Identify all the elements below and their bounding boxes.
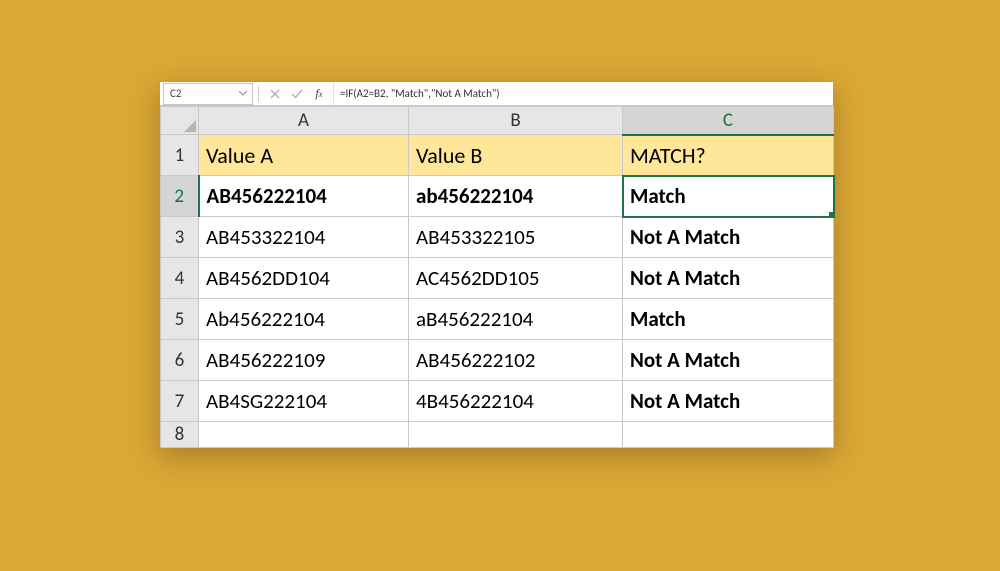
select-all-corner[interactable]	[161, 107, 199, 135]
cell-C7[interactable]: Not A Match	[623, 381, 834, 422]
cell-B5[interactable]: aB456222104	[409, 299, 623, 340]
cell-C5[interactable]: Match	[623, 299, 834, 340]
cell-C3[interactable]: Not A Match	[623, 217, 834, 258]
separator	[258, 86, 259, 102]
col-header-c[interactable]: C	[623, 107, 834, 135]
formula-text: =IF(A2=B2, "Match","Not A Match")	[340, 87, 500, 100]
row-header-4[interactable]: 4	[161, 258, 199, 299]
cell-A3[interactable]: AB453322104	[199, 217, 409, 258]
row-header-8[interactable]: 8	[161, 422, 199, 448]
cell-B4[interactable]: AC4562DD105	[409, 258, 623, 299]
cell-C1[interactable]: MATCH?	[623, 135, 834, 176]
cell-A5[interactable]: Ab456222104	[199, 299, 409, 340]
cell-A7[interactable]: AB4SG222104	[199, 381, 409, 422]
cell-B2[interactable]: ab456222104	[409, 176, 623, 217]
cell-B3[interactable]: AB453322105	[409, 217, 623, 258]
name-box[interactable]: C2	[163, 83, 253, 105]
cell-B8[interactable]	[409, 422, 623, 448]
col-header-a[interactable]: A	[199, 107, 409, 135]
row-header-1[interactable]: 1	[161, 135, 199, 176]
cell-B1[interactable]: Value B	[409, 135, 623, 176]
cell-A8[interactable]	[199, 422, 409, 448]
cell-B7[interactable]: 4B456222104	[409, 381, 623, 422]
formula-bar: C2 fx =IF(A2=B2, "Match","Not A Match")	[160, 82, 833, 106]
row-header-6[interactable]: 6	[161, 340, 199, 381]
col-header-b[interactable]: B	[409, 107, 623, 135]
cell-A2[interactable]: AB456222104	[199, 176, 409, 217]
cell-A1[interactable]: Value A	[199, 135, 409, 176]
enter-icon[interactable]	[287, 84, 307, 104]
formula-buttons: fx	[261, 84, 333, 104]
row-header-7[interactable]: 7	[161, 381, 199, 422]
name-box-value: C2	[170, 87, 181, 100]
fx-icon[interactable]: fx	[309, 84, 329, 104]
row-header-5[interactable]: 5	[161, 299, 199, 340]
spreadsheet-window: C2 fx =IF(A2=B2, "Match","Not A Match")	[160, 82, 833, 448]
cell-C6[interactable]: Not A Match	[623, 340, 834, 381]
cell-C4[interactable]: Not A Match	[623, 258, 834, 299]
row-header-2[interactable]: 2	[161, 176, 199, 217]
chevron-down-icon[interactable]	[236, 87, 250, 101]
cell-A4[interactable]: AB4562DD104	[199, 258, 409, 299]
cell-A6[interactable]: AB456222109	[199, 340, 409, 381]
cancel-icon[interactable]	[265, 84, 285, 104]
row-header-3[interactable]: 3	[161, 217, 199, 258]
formula-input[interactable]: =IF(A2=B2, "Match","Not A Match")	[333, 82, 833, 105]
cell-C8[interactable]	[623, 422, 834, 448]
spreadsheet-grid: A B C 1 Value A Value B MATCH? 2 AB45622…	[160, 106, 834, 448]
cell-B6[interactable]: AB456222102	[409, 340, 623, 381]
cell-C2[interactable]: Match	[623, 176, 834, 217]
